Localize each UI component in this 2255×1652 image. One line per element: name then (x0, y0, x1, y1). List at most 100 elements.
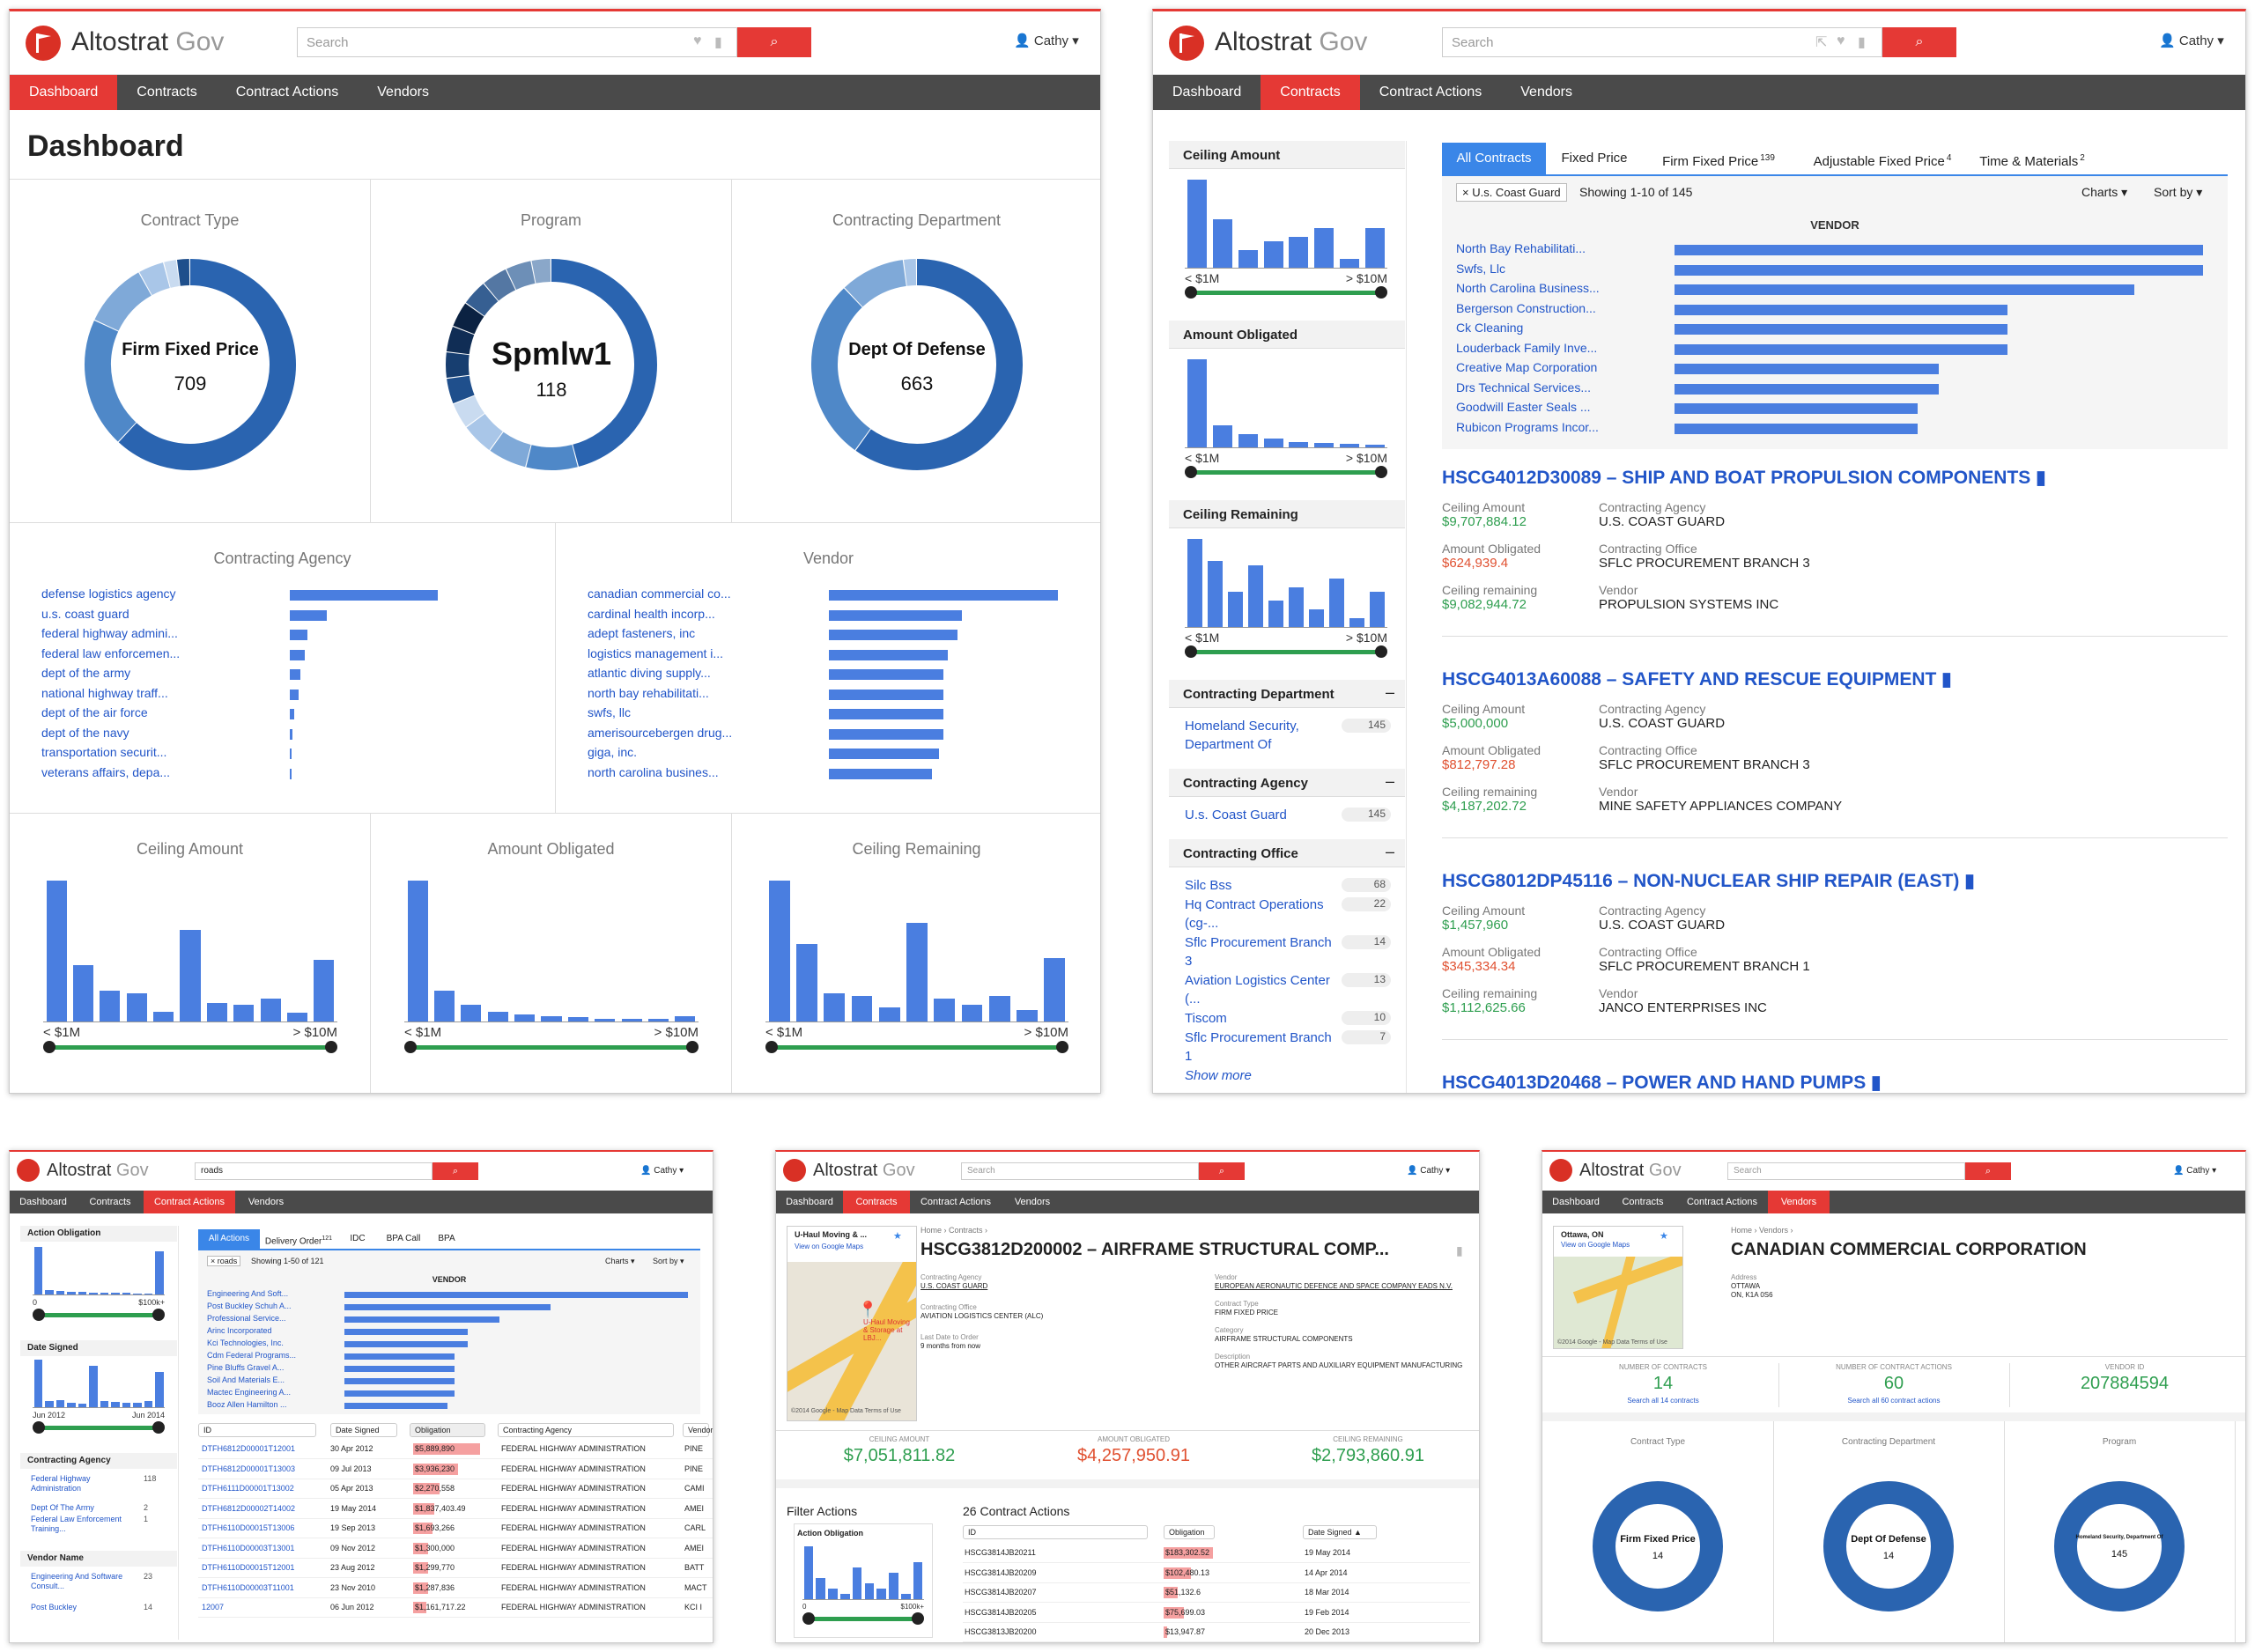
agency-link[interactable]: dept of the army (41, 666, 130, 680)
range-slider-track[interactable] (38, 1313, 159, 1317)
action-id-link[interactable]: DTFH6812D00001T12001 (202, 1444, 295, 1453)
histogram-bar[interactable] (487, 1011, 508, 1021)
histogram-bar[interactable] (286, 1013, 307, 1021)
altostrat-logo[interactable] (1169, 26, 1204, 61)
field-value[interactable]: U.S. COAST GUARD (920, 1282, 987, 1290)
tab-dashboard[interactable]: Dashboard (1153, 75, 1261, 110)
histogram-bar[interactable] (824, 993, 846, 1021)
column-header[interactable]: ID (198, 1423, 316, 1437)
collapse-icon[interactable]: – (1386, 843, 1394, 861)
histogram-bar[interactable] (1364, 228, 1385, 268)
histogram-bar[interactable] (461, 1004, 482, 1021)
facet-link[interactable]: Federal Highway Administration (31, 1474, 128, 1493)
tab-action-type[interactable]: IDC (337, 1229, 378, 1249)
heart-icon[interactable]: ♥ (1837, 33, 1845, 49)
histogram-bar[interactable] (314, 959, 335, 1021)
histogram-bar[interactable] (1263, 439, 1283, 447)
altostrat-logo[interactable] (17, 1159, 40, 1182)
contract-title-link[interactable]: HSCG4012D30089 – SHIP AND BOAT PROPULSIO… (1442, 467, 2046, 489)
tab-action-type[interactable]: All Actions (198, 1229, 260, 1249)
slider-handle-high[interactable] (686, 1041, 699, 1053)
slider-handle-low[interactable] (1185, 286, 1197, 299)
histogram-bar[interactable] (1227, 592, 1244, 627)
agency-bar[interactable] (290, 590, 438, 601)
histogram-bar[interactable] (1369, 592, 1386, 627)
user-menu[interactable]: 👤 Cathy ▾ (2173, 1166, 2216, 1176)
vendor-bar[interactable] (344, 1341, 469, 1347)
facet-link[interactable]: Hq Contract Operations (cg-... (1185, 896, 1335, 933)
nav-tab[interactable]: Dashboard (1542, 1191, 1609, 1213)
histogram-bar[interactable] (1238, 250, 1258, 268)
map[interactable]: U-Haul Moving & ... View on Google Maps ★ 📍… (787, 1226, 917, 1421)
agency-link[interactable]: veterans affairs, depa... (41, 765, 170, 779)
vendor-bar[interactable] (1675, 403, 1918, 414)
agency-bar[interactable] (290, 749, 292, 759)
histogram-bar[interactable] (816, 1578, 825, 1599)
map-link[interactable]: View on Google Maps (795, 1243, 863, 1250)
slider-handle-high[interactable] (912, 1612, 924, 1625)
histogram-bar[interactable] (260, 999, 281, 1021)
vendor-link[interactable]: logistics management i... (588, 646, 723, 660)
histogram-bar[interactable] (407, 881, 428, 1021)
vendor-bar[interactable] (829, 689, 943, 700)
histogram-bar[interactable] (878, 1007, 900, 1021)
tab-contract-actions[interactable]: Contract Actions (1360, 75, 1502, 110)
facet-link[interactable]: Sflc Procurement Branch 3 (1185, 933, 1335, 970)
slider-handle-low[interactable] (33, 1309, 45, 1321)
vendor-link[interactable]: adept fasteners, inc (588, 626, 695, 640)
vendor-bar[interactable] (1675, 264, 2203, 276)
histogram-bar[interactable] (889, 1573, 898, 1599)
histogram-bar[interactable] (1339, 259, 1359, 268)
search-button[interactable]: ⌕ (433, 1162, 478, 1180)
histogram-bar[interactable] (33, 1360, 42, 1407)
tab-contracts[interactable]: Contracts (117, 75, 216, 110)
facet-link[interactable]: Engineering And Software Consult... (31, 1572, 128, 1591)
histogram-bar[interactable] (100, 1401, 108, 1407)
slider-handle-low[interactable] (802, 1612, 815, 1625)
vendor-bar[interactable] (344, 1378, 455, 1384)
facet-link[interactable]: Federal Law Enforcement Training... (31, 1515, 128, 1534)
search-input[interactable]: Search (961, 1162, 1199, 1180)
vendor-link[interactable]: north carolina busines... (588, 765, 719, 779)
agency-link[interactable]: federal law enforcemen... (41, 646, 180, 660)
vendor-link[interactable]: Swfs, Llc (1456, 262, 1505, 276)
tab-contract-type[interactable]: All Contracts (1442, 143, 1546, 174)
breadcrumb[interactable]: Home › Contracts › (920, 1226, 987, 1235)
histogram-bar[interactable] (1289, 237, 1309, 268)
histogram-bar[interactable] (1263, 241, 1283, 268)
agency-link[interactable]: u.s. coast guard (41, 607, 129, 621)
histogram-bar[interactable] (33, 1247, 42, 1294)
histogram-bar[interactable] (100, 990, 121, 1021)
bookmark-icon[interactable]: ▮ (1858, 33, 1866, 51)
star-icon[interactable]: ★ (893, 1230, 902, 1242)
histogram-bar[interactable] (906, 923, 928, 1021)
user-menu[interactable]: 👤 Cathy ▾ (1014, 33, 1079, 48)
slider-handle-low[interactable] (1185, 466, 1197, 478)
agency-bar[interactable] (290, 630, 308, 640)
vendor-link[interactable]: Goodwill Easter Seals ... (1456, 400, 1591, 414)
slider-handle-low[interactable] (404, 1041, 417, 1053)
user-menu[interactable]: 👤 Cathy ▾ (2159, 33, 2224, 48)
vendor-bar[interactable] (344, 1353, 455, 1360)
vendor-link[interactable]: amerisourcebergen drug... (588, 726, 732, 740)
vendor-link[interactable]: Cdm Federal Programs... (207, 1351, 296, 1360)
vendor-bar[interactable] (344, 1329, 469, 1335)
collapse-icon[interactable]: – (1386, 683, 1394, 702)
filter-chip[interactable]: × U.s. Coast Guard (1456, 183, 1567, 202)
tab-action-type[interactable]: Delivery Order121 (260, 1229, 337, 1249)
vendor-bar[interactable] (829, 649, 949, 660)
histogram-bar[interactable] (796, 944, 817, 1021)
slider-handle-high[interactable] (152, 1421, 165, 1434)
histogram-bar[interactable] (1288, 587, 1305, 627)
altostrat-logo[interactable] (783, 1159, 806, 1182)
slider-handle-high[interactable] (152, 1309, 165, 1321)
bookmark-icon[interactable]: ▮ (1456, 1243, 1463, 1258)
agency-link[interactable]: dept of the air force (41, 705, 148, 719)
histogram-bar[interactable] (851, 996, 873, 1021)
histogram-bar[interactable] (803, 1546, 814, 1599)
facet-link[interactable]: Tiscom (1185, 1009, 1335, 1028)
histogram-bar[interactable] (73, 965, 94, 1021)
vendor-link[interactable]: cardinal health incorp... (588, 607, 715, 621)
range-slider-track[interactable] (1190, 470, 1382, 475)
slider-handle-high[interactable] (1375, 645, 1387, 658)
